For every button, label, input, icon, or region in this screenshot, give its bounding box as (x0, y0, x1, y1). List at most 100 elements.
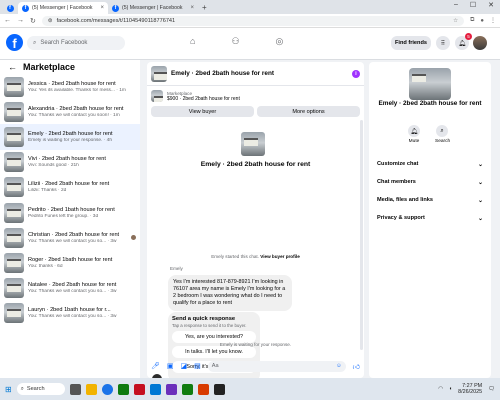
message-thread: Emely · 2bed 2bath house for rent Emely … (147, 120, 364, 378)
conversation-text: Emely · 2bed 2bath house for rent Emely i… (28, 131, 136, 143)
sticker-icon[interactable]: ◪ (181, 362, 188, 370)
mute-button[interactable]: 🔔︎ Mute (407, 125, 421, 144)
new-tab-button[interactable]: + (202, 2, 207, 14)
seen-avatar (131, 235, 136, 241)
facebook-logo[interactable]: f (6, 34, 23, 51)
conversation-preview: You: Thanks we will contact you so... · … (28, 314, 117, 320)
more-options-button[interactable]: More options (257, 106, 360, 117)
close-icon[interactable]: × (100, 5, 104, 11)
minimize-icon[interactable]: – (454, 1, 458, 9)
image-icon[interactable]: ▣ (167, 362, 174, 370)
home-icon[interactable]: ⌂ (190, 36, 195, 47)
conversation-text: Lauryn · 2bed 1bath house for r... You: T… (28, 307, 136, 319)
conversation-text: Natalee · 2bed 2bath house for rent You: … (28, 282, 136, 294)
microphone-icon[interactable]: 🎤︎ (151, 362, 160, 370)
conversation-title: Jessica · 2bed 2bath house for rent (28, 80, 116, 87)
browser-tab-2[interactable]: f (5) Messenger | Facebook × (108, 2, 198, 14)
search-input[interactable]: ⌕ Search Facebook (27, 36, 125, 50)
conversation-item[interactable]: Vivi · 2bed 2bath house for rent Vivi: So… (0, 150, 140, 175)
profile-avatar[interactable] (473, 36, 487, 50)
back-icon[interactable]: ← (4, 17, 11, 24)
conversation-preview: Vivi: Sounds good · 21h (28, 163, 79, 169)
chevron-down-icon: ⌄ (477, 197, 483, 204)
maximize-icon[interactable]: ☐ (470, 1, 476, 9)
section-customize-chat[interactable]: Customize chat ⌄ (377, 158, 483, 170)
conversation-item[interactable]: Lilizii · 2bed 2bath house for rent Liliz… (0, 175, 140, 200)
clock-date: 8/26/2025 (458, 389, 483, 395)
browser-tab-1[interactable]: f (5) Messenger | Facebook × (18, 2, 108, 14)
file-explorer-icon[interactable] (85, 383, 97, 395)
close-window-icon[interactable]: ✕ (488, 1, 494, 9)
conversation-item[interactable]: Christian · 2bed 2bath house for rent You… (0, 225, 140, 250)
message-input[interactable]: Aa ☺ (207, 360, 346, 372)
app-icon[interactable] (117, 383, 129, 395)
conversation-item[interactable]: Alexandria · 2bed 2bath house for rent Yo… (0, 99, 140, 124)
section-privacy-support[interactable]: Privacy & support ⌄ (377, 212, 483, 224)
profile-icon[interactable]: ● (480, 18, 484, 24)
view-buyer-profile-link[interactable]: View buyer profile (260, 254, 299, 259)
listing-banner[interactable]: Marketplace $900 · 2bed 2bath house for … (147, 86, 364, 106)
app-icon[interactable] (213, 383, 225, 395)
notifications-button[interactable]: 🔔︎ 5 (455, 33, 472, 50)
info-icon[interactable]: i (352, 69, 360, 78)
app-icon[interactable] (149, 383, 161, 395)
taskbar-search[interactable]: ⌕ Search (16, 383, 65, 395)
details-actions: 🔔︎ Mute ⌕ Search (407, 125, 450, 144)
view-buyer-button[interactable]: View buyer (151, 106, 254, 117)
bell-icon: 🔔︎ (458, 40, 466, 47)
like-icon[interactable]: 👍︎ (353, 362, 360, 371)
app-icon[interactable] (165, 383, 177, 395)
extensions-icon[interactable]: ⧉ (470, 17, 474, 24)
menu-icon[interactable]: ⋮ (490, 17, 496, 24)
gif-icon[interactable]: ▤ (194, 362, 201, 370)
message-placeholder: Aa (211, 363, 219, 369)
volume-icon[interactable]: ◖ (449, 386, 452, 392)
bookmark-star-icon[interactable]: ☆ (453, 18, 458, 24)
section-media-files-links[interactable]: Media, files and links ⌄ (377, 194, 483, 206)
find-friends-button[interactable]: Find friends (391, 36, 431, 50)
app-icon[interactable] (181, 383, 193, 395)
search-placeholder: Search Facebook (40, 40, 88, 46)
close-icon[interactable]: × (190, 5, 194, 11)
conversation-item[interactable]: Pedrito · 2bed 1bath house for rent Pedri… (0, 200, 140, 225)
pinned-tab[interactable]: f (2, 2, 18, 14)
chevron-down-icon: ⌄ (477, 215, 483, 222)
chat-title[interactable]: Emely · 2bed 2bath house for rent (171, 70, 348, 77)
groups-icon[interactable]: ◎ (276, 36, 284, 47)
conversation-title: Pedrito · 2bed 1bath house for rent (28, 206, 115, 213)
conversation-item[interactable]: Roger · 2bed 1bath house for rent You: th… (0, 250, 140, 275)
thread-scrollbar[interactable] (360, 120, 363, 350)
chrome-icon[interactable] (101, 383, 113, 395)
chevron-down-icon: ⌄ (477, 179, 483, 186)
emoji-icon[interactable]: ☺ (336, 363, 342, 369)
app-icon[interactable] (197, 383, 209, 395)
friends-icon[interactable]: ⚇ (231, 36, 239, 47)
chevron-down-icon: ⌄ (477, 161, 483, 168)
sidebar-title: Marketplace (23, 62, 76, 72)
conversation-item[interactable]: Natalee · 2bed 2bath house for rent You: … (0, 276, 140, 301)
clock[interactable]: 7:27 PM 8/26/2025 (458, 383, 482, 395)
app-icon[interactable] (133, 383, 145, 395)
taskbar-search-label: Search (26, 386, 45, 392)
task-view-icon[interactable] (69, 383, 81, 395)
forward-icon[interactable]: → (17, 17, 24, 24)
section-chat-members[interactable]: Chat members ⌄ (377, 176, 483, 188)
facebook-icon: f (6, 4, 14, 12)
listing-thumbnail (151, 65, 167, 82)
search-icon: ⌕ (33, 39, 37, 46)
notification-center-icon[interactable]: 🗨︎ (488, 386, 495, 392)
details-panel: Emely · 2bed 2bath house for rent 🔔︎ Mute… (369, 62, 491, 378)
site-info-icon[interactable]: ⊜ (48, 18, 53, 24)
conversation-item[interactable]: Jessica · 2bed 2bath house for rent You: … (0, 74, 140, 99)
details-title: Emely · 2bed 2bath house for rent (378, 100, 482, 107)
search-conversation-button[interactable]: ⌕ Search (435, 125, 450, 144)
reload-icon[interactable]: ↻ (30, 17, 36, 25)
conversation-item[interactable]: Lauryn · 2bed 1bath house for r... You: T… (0, 301, 140, 326)
url-field[interactable]: ⊜ facebook.com/messages/t/11045490118776… (41, 15, 465, 26)
back-arrow-icon[interactable]: ← (8, 62, 17, 72)
conversation-item[interactable]: Emely · 2bed 2bath house for rent Emely i… (0, 124, 140, 150)
windows-start-icon[interactable]: ⊞ (5, 385, 12, 394)
conversation-text: Lilizii · 2bed 2bath house for rent Liliz… (28, 181, 136, 193)
wifi-icon[interactable]: ◠ (438, 386, 443, 392)
menu-grid-button[interactable]: ⠿ (436, 36, 450, 50)
